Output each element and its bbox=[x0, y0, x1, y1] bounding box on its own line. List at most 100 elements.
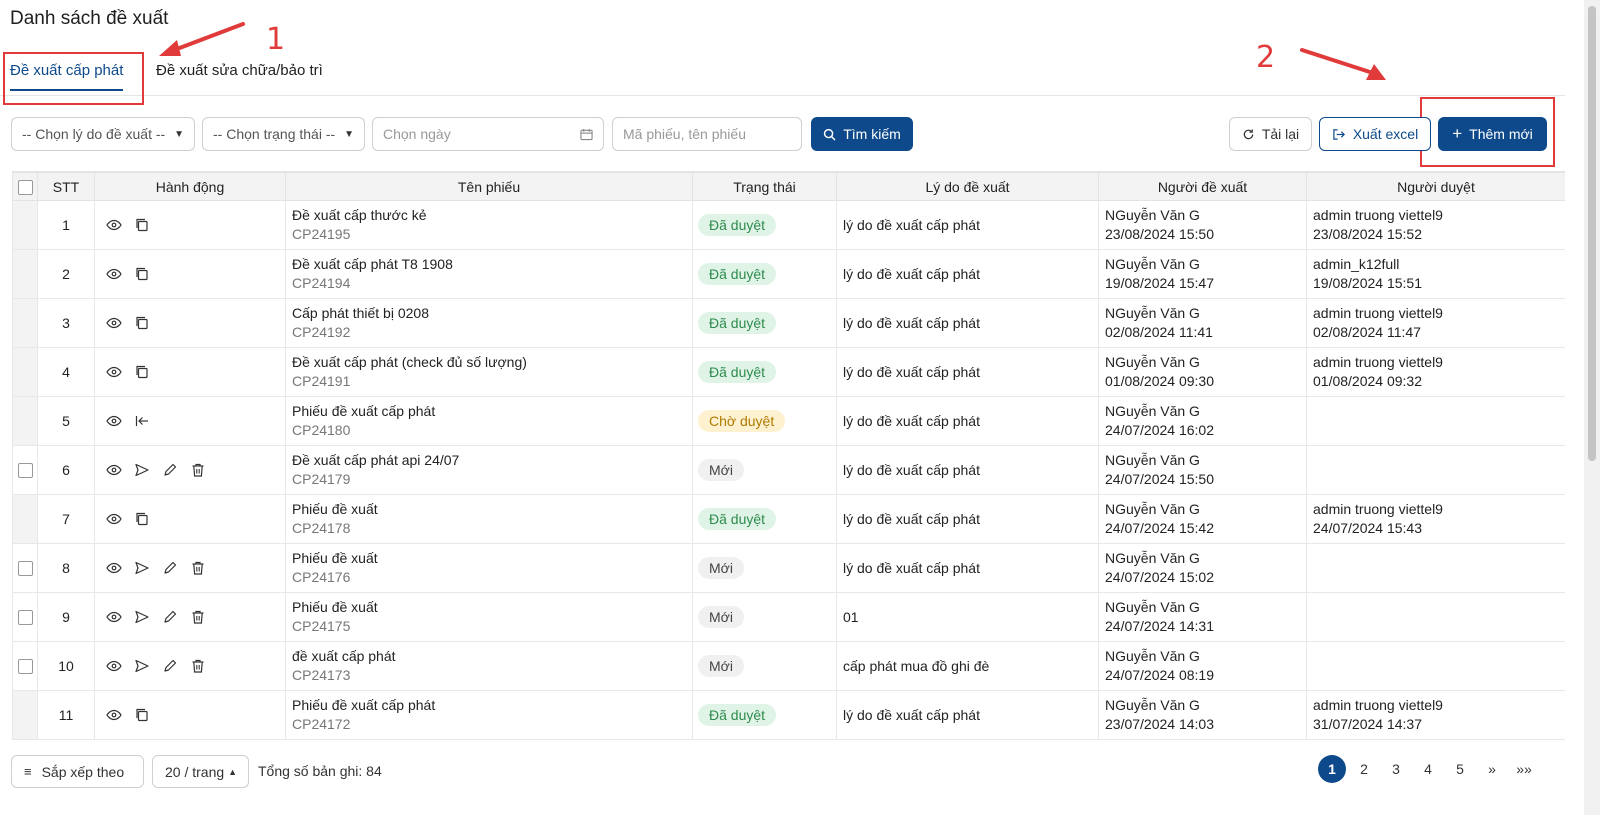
row-actions bbox=[94, 298, 286, 348]
send-icon[interactable] bbox=[134, 658, 150, 674]
row-code: CP24180 bbox=[292, 422, 351, 438]
view-icon[interactable] bbox=[106, 707, 122, 723]
edit-icon[interactable] bbox=[162, 560, 178, 576]
header-actions: Hành động bbox=[94, 172, 286, 201]
send-icon[interactable] bbox=[134, 462, 150, 478]
caret-up-icon: ▲ bbox=[228, 766, 238, 777]
row-name[interactable]: Phiếu đề xuất bbox=[292, 549, 692, 568]
copy-icon[interactable] bbox=[134, 315, 150, 331]
row-proposer-cell: NGuyễn Văn G 24/07/2024 16:02 bbox=[1098, 396, 1307, 446]
row-checkbox[interactable] bbox=[17, 463, 33, 479]
delete-icon[interactable] bbox=[190, 658, 206, 674]
row-code: CP24192 bbox=[292, 324, 351, 340]
delete-icon[interactable] bbox=[190, 560, 206, 576]
row-code: CP24179 bbox=[292, 471, 351, 487]
select-all-checkbox[interactable] bbox=[17, 179, 33, 195]
proposal-table: STT Hành động Tên phiếu Trạng thái Lý do… bbox=[12, 171, 1565, 755]
page-scrollbar[interactable] bbox=[1584, 0, 1600, 815]
view-icon[interactable] bbox=[106, 315, 122, 331]
sort-button[interactable]: ≡ Sắp xếp theo bbox=[11, 755, 144, 788]
view-icon[interactable] bbox=[106, 364, 122, 380]
table-row: 1 Đề xuất cấp thước kẻ CP24195 Đã duyệt lý d… bbox=[12, 200, 1565, 250]
copy-icon[interactable] bbox=[134, 707, 150, 723]
page-2[interactable]: 2 bbox=[1350, 755, 1378, 783]
row-name[interactable]: Đề xuất cấp phát T8 1908 bbox=[292, 255, 692, 274]
row-approver-time: 02/08/2024 11:47 bbox=[1313, 324, 1421, 340]
row-name[interactable]: Phiếu đề xuất bbox=[292, 598, 692, 617]
row-reason-cell: lý do đề xuất cấp phát bbox=[836, 543, 1099, 593]
row-reason: lý do đề xuất cấp phát bbox=[843, 216, 980, 233]
row-code: CP24173 bbox=[292, 667, 351, 683]
add-new-button[interactable]: + Thêm mới bbox=[1438, 117, 1547, 151]
row-checkbox[interactable] bbox=[17, 561, 33, 577]
page-size-select[interactable]: 20 / trang ▲ bbox=[152, 755, 249, 788]
row-proposer-time: 24/07/2024 16:02 bbox=[1105, 422, 1214, 438]
delete-icon[interactable] bbox=[190, 462, 206, 478]
edit-icon[interactable] bbox=[162, 462, 178, 478]
search-button[interactable]: Tìm kiếm bbox=[811, 117, 913, 151]
view-icon[interactable] bbox=[106, 511, 122, 527]
copy-icon[interactable] bbox=[134, 364, 150, 380]
row-proposer: NGuyễn Văn G bbox=[1105, 305, 1200, 321]
row-status-cell: Mới bbox=[692, 445, 837, 495]
row-name[interactable]: đề xuất cấp phát bbox=[292, 647, 692, 666]
row-approver: admin truong viettel9 bbox=[1313, 207, 1443, 223]
row-name[interactable]: Đề xuất cấp phát api 24/07 bbox=[292, 451, 692, 470]
date-picker[interactable]: Chọn ngày bbox=[372, 117, 604, 151]
scrollbar-thumb[interactable] bbox=[1588, 6, 1596, 461]
reload-button-label: Tải lại bbox=[1261, 126, 1300, 142]
view-icon[interactable] bbox=[106, 609, 122, 625]
row-checkbox[interactable] bbox=[17, 610, 33, 626]
view-icon[interactable] bbox=[106, 217, 122, 233]
status-select[interactable]: -- Chọn trạng thái -- ▼ bbox=[202, 117, 365, 151]
row-name[interactable]: Cấp phát thiết bị 0208 bbox=[292, 304, 692, 323]
edit-icon[interactable] bbox=[162, 609, 178, 625]
delete-icon[interactable] bbox=[190, 609, 206, 625]
row-checkbox[interactable] bbox=[17, 659, 33, 675]
table-row: 7 Phiếu đề xuất CP24178 Đã duyệt lý do đề xu… bbox=[12, 494, 1565, 544]
row-code: CP24194 bbox=[292, 275, 351, 291]
view-icon[interactable] bbox=[106, 560, 122, 576]
copy-icon[interactable] bbox=[134, 266, 150, 282]
page-3[interactable]: 3 bbox=[1382, 755, 1410, 783]
tab-de-xuat-sua-chua[interactable]: Đề xuất sửa chữa/bảo trì bbox=[156, 62, 323, 89]
page-4[interactable]: 4 bbox=[1414, 755, 1442, 783]
row-approver-cell: admin truong viettel9 23/08/2024 15:52 bbox=[1306, 200, 1565, 250]
row-approver-cell bbox=[1306, 641, 1565, 691]
row-name[interactable]: Đề xuất cấp thước kẻ bbox=[292, 206, 692, 225]
row-proposer-time: 24/07/2024 14:31 bbox=[1105, 618, 1214, 634]
view-icon[interactable] bbox=[106, 658, 122, 674]
send-icon[interactable] bbox=[134, 560, 150, 576]
row-name[interactable]: Phiếu đề xuất cấp phát bbox=[292, 696, 692, 715]
return-icon[interactable] bbox=[134, 413, 150, 429]
view-icon[interactable] bbox=[106, 266, 122, 282]
row-actions bbox=[94, 494, 286, 544]
row-stt: 5 bbox=[37, 396, 95, 446]
code-search-input[interactable]: Mã phiếu, tên phiếu bbox=[612, 117, 802, 151]
reload-button[interactable]: Tải lại bbox=[1229, 117, 1312, 151]
page-1[interactable]: 1 bbox=[1318, 755, 1346, 783]
table-row: 4 Đề xuất cấp phát (check đủ số lượng) CP2… bbox=[12, 347, 1565, 397]
row-reason-cell: lý do đề xuất cấp phát bbox=[836, 347, 1099, 397]
edit-icon[interactable] bbox=[162, 658, 178, 674]
send-icon[interactable] bbox=[134, 609, 150, 625]
page-5[interactable]: 5 bbox=[1446, 755, 1474, 783]
copy-icon[interactable] bbox=[134, 511, 150, 527]
tab-de-xuat-cap-phat[interactable]: Đề xuất cấp phát bbox=[10, 62, 124, 91]
header-name: Tên phiếu bbox=[285, 172, 693, 201]
copy-icon[interactable] bbox=[134, 217, 150, 233]
row-name-cell: Đề xuất cấp phát T8 1908 CP24194 bbox=[285, 249, 693, 299]
row-actions bbox=[94, 249, 286, 299]
row-name[interactable]: Phiếu đề xuất cấp phát bbox=[292, 402, 692, 421]
row-proposer: NGuyễn Văn G bbox=[1105, 256, 1200, 272]
last-page-button[interactable]: »» bbox=[1510, 755, 1538, 783]
view-icon[interactable] bbox=[106, 413, 122, 429]
reason-select[interactable]: -- Chọn lý do đề xuất -- ▼ bbox=[11, 117, 195, 151]
next-page-button[interactable]: » bbox=[1478, 755, 1506, 783]
view-icon[interactable] bbox=[106, 462, 122, 478]
export-excel-button[interactable]: Xuất excel bbox=[1319, 117, 1431, 151]
page-title: Danh sách đề xuất bbox=[10, 8, 169, 29]
row-name[interactable]: Phiếu đề xuất bbox=[292, 500, 692, 519]
row-stt: 4 bbox=[37, 347, 95, 397]
row-name[interactable]: Đề xuất cấp phát (check đủ số lượng) bbox=[292, 353, 692, 372]
